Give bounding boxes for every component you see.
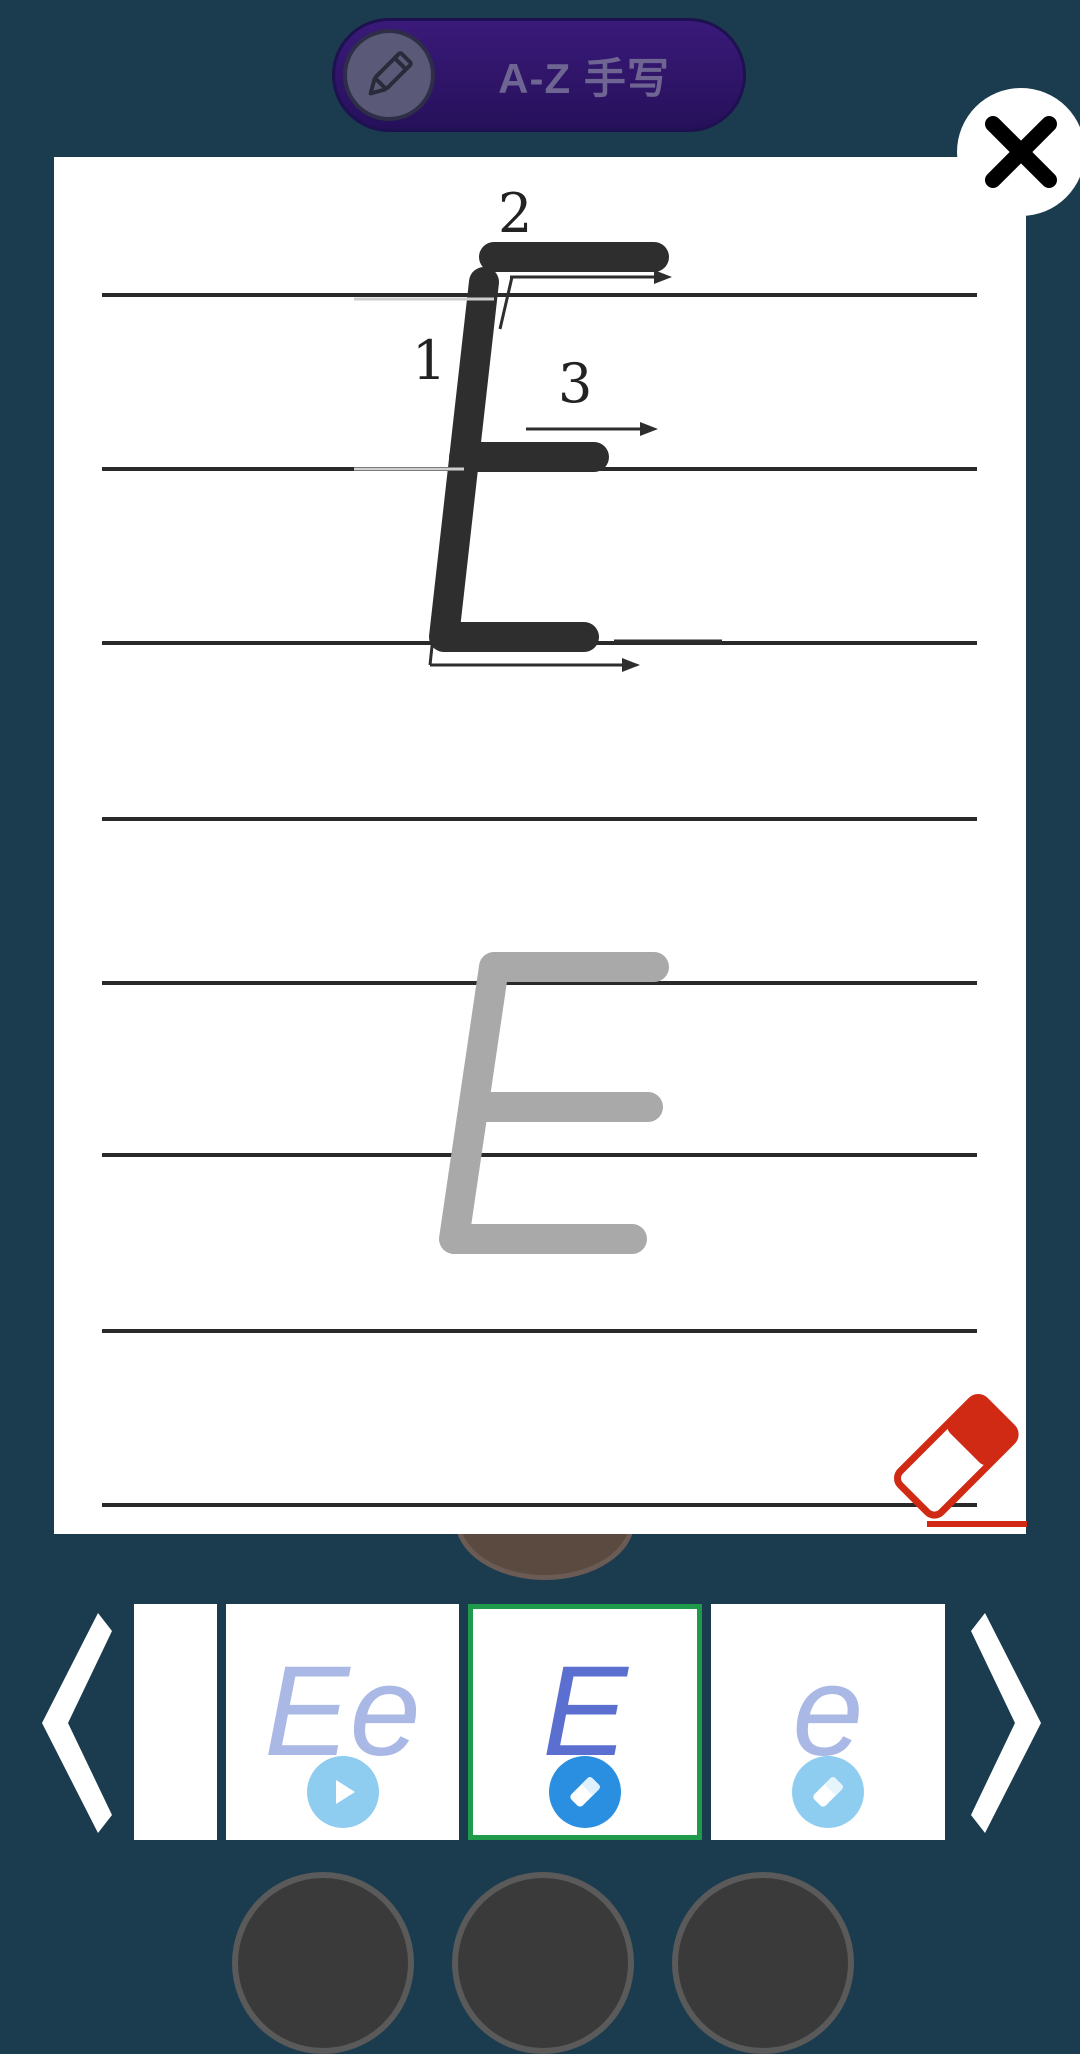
pencil-icon[interactable]: [343, 29, 435, 121]
eraser-icon: [894, 1394, 1027, 1527]
stroke-number: 2: [498, 182, 533, 245]
eraser-button[interactable]: [877, 1382, 1037, 1537]
stroke-number: 1: [412, 329, 447, 392]
writing-board[interactable]: 1 2 3: [54, 157, 1027, 1534]
play-icon[interactable]: [306, 1756, 379, 1828]
prev-button[interactable]: [28, 1603, 118, 1843]
tracing-letter: [439, 952, 669, 1254]
next-button[interactable]: [965, 1603, 1055, 1843]
carousel-item[interactable]: Ee: [226, 1604, 459, 1840]
carousel-item[interactable]: [134, 1604, 217, 1840]
guide-line: [102, 817, 977, 821]
stroke-order-letter: [354, 242, 722, 672]
carousel-item[interactable]: e: [711, 1604, 945, 1840]
guide-line: [102, 1329, 977, 1333]
carousel-item-selected[interactable]: E: [468, 1604, 702, 1840]
bottom-menu-item[interactable]: [672, 1872, 854, 2054]
guide-line: [102, 1503, 977, 1507]
chevron-right-icon: [971, 1613, 1041, 1833]
close-icon: [985, 116, 1057, 188]
stroke-number: 3: [558, 352, 593, 415]
eraser-icon[interactable]: [792, 1756, 864, 1828]
eraser-icon[interactable]: [549, 1756, 621, 1828]
title-pill: A-Z 手写: [332, 18, 746, 132]
page-title: A-Z 手写: [498, 54, 670, 102]
bottom-menu-item[interactable]: [232, 1872, 414, 2054]
chevron-left-icon: [42, 1613, 112, 1833]
close-button[interactable]: [957, 88, 1080, 216]
bottom-menu-item[interactable]: [452, 1872, 634, 2054]
